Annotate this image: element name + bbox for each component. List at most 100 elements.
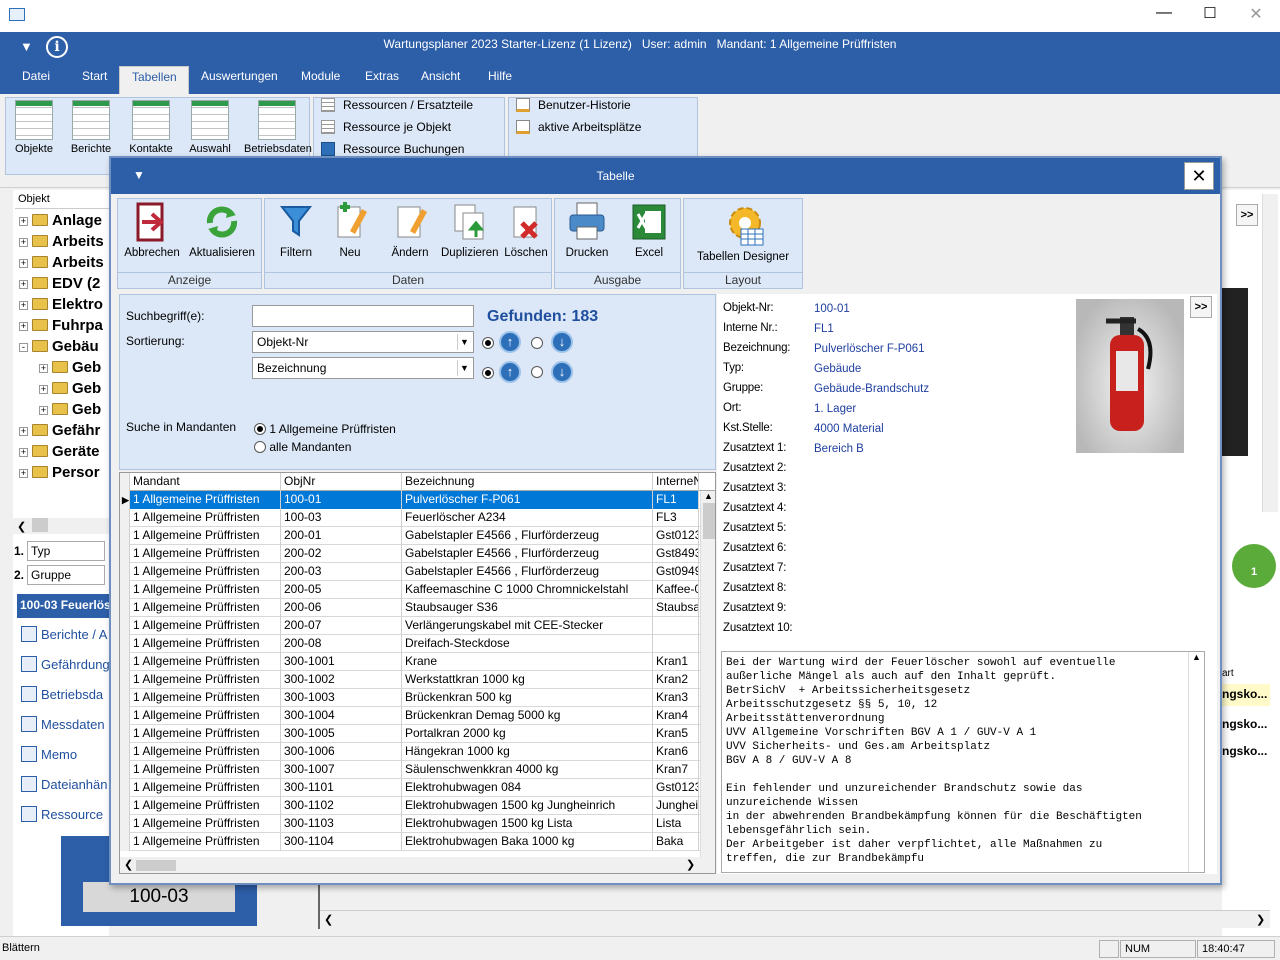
cell[interactable]: 1 Allgemeine Prüffristen — [130, 545, 281, 563]
tree-node[interactable]: + Anlage — [19, 210, 109, 231]
abbrechen-button[interactable]: Abbrechen — [121, 201, 183, 259]
table-row[interactable]: 1 Allgemeine Prüffristen 100-03 Feuerlösch… — [120, 509, 700, 527]
col-internenr[interactable]: InterneN — [653, 473, 699, 491]
cell[interactable]: 1 Allgemeine Prüffristen — [130, 707, 281, 725]
filtern-button[interactable]: Filtern — [273, 201, 319, 259]
window-close-button[interactable]: ✕ — [1242, 4, 1270, 26]
nav-item[interactable]: Messdaten — [17, 714, 109, 744]
grid-hscrollbar[interactable]: ❮ ❯ — [120, 857, 715, 873]
cell[interactable]: 300-1101 — [281, 779, 402, 797]
cell[interactable]: 1 Allgemeine Prüffristen — [130, 491, 281, 509]
memo-text[interactable]: Bei der Wartung wird der Feuerlöscher so… — [721, 651, 1205, 873]
cell[interactable]: 1 Allgemeine Prüffristen — [130, 581, 281, 599]
table-row[interactable]: 1 Allgemeine Prüffristen 300-1007 Säulensc… — [120, 761, 700, 779]
table-row[interactable]: 1 Allgemeine Prüffristen 200-07 Verlängeru… — [120, 617, 700, 635]
cell[interactable]: 1 Allgemeine Prüffristen — [130, 725, 281, 743]
row-selector[interactable] — [120, 761, 130, 779]
table-row[interactable]: 1 Allgemeine Prüffristen 200-06 Staubsauge… — [120, 599, 700, 617]
aktualisieren-button[interactable]: Aktualisieren — [186, 201, 258, 259]
bottom-hscrollbar[interactable]: ❮ ❯ — [320, 910, 1270, 928]
table-row[interactable]: 1 Allgemeine Prüffristen 300-1004 Brückenk… — [120, 707, 700, 725]
detail-expand-button[interactable]: >> — [1190, 296, 1212, 318]
cell[interactable]: Lista — [653, 815, 699, 833]
ribbon-kontakte-button[interactable]: Kontakte — [126, 100, 176, 155]
cell[interactable]: Gabelstapler E4566 , Flurförderzeug — [402, 545, 653, 563]
cell[interactable]: 1 Allgemeine Prüffristen — [130, 797, 281, 815]
cell[interactable] — [653, 635, 699, 653]
sort1-asc-radio[interactable] — [482, 336, 494, 350]
cell[interactable]: Dreifach-Steckdose — [402, 635, 653, 653]
cell[interactable]: 300-1103 — [281, 815, 402, 833]
cell[interactable]: 300-1102 — [281, 797, 402, 815]
memo-vscrollbar[interactable]: ▲ — [1188, 652, 1204, 872]
dialog-close-button[interactable]: ✕ — [1184, 162, 1214, 190]
expand-toggle-icon[interactable]: + — [19, 259, 28, 268]
right-item-2[interactable]: ngsko... — [1222, 714, 1270, 736]
cell[interactable]: 200-02 — [281, 545, 402, 563]
cell[interactable]: Kaffee-0 — [653, 581, 699, 599]
ribbon-arbeitsplaetze-button[interactable]: aktive Arbeitsplätze — [508, 116, 641, 138]
right-expand-button[interactable]: >> — [1236, 204, 1258, 226]
expand-toggle-icon[interactable]: + — [19, 322, 28, 331]
sort1-desc-arrow-icon[interactable]: ↓ — [551, 331, 573, 353]
cell[interactable]: Brückenkran Demag 5000 kg — [402, 707, 653, 725]
cell[interactable]: 100-01 — [281, 491, 402, 509]
menu-start[interactable]: Start — [82, 69, 107, 94]
menu-hilfe[interactable]: Hilfe — [488, 69, 512, 94]
row-selector[interactable] — [120, 797, 130, 815]
row-selector[interactable] — [120, 653, 130, 671]
cell[interactable]: 300-1004 — [281, 707, 402, 725]
duplizieren-button[interactable]: Duplizieren — [441, 201, 499, 259]
cell[interactable]: Gst0123 — [653, 527, 699, 545]
table-row[interactable]: 1 Allgemeine Prüffristen 200-01 Gabelstapl… — [120, 527, 700, 545]
cell[interactable]: Feuerlöscher A234 — [402, 509, 653, 527]
cell[interactable]: Gst0123 — [653, 779, 699, 797]
ribbon-betriebsdaten-button[interactable]: Betriebsdaten — [244, 100, 312, 155]
drucken-button[interactable]: Drucken — [559, 201, 615, 259]
cell[interactable]: 200-06 — [281, 599, 402, 617]
cell[interactable]: Elektrohubwagen 084 — [402, 779, 653, 797]
cell[interactable]: Staubsa — [653, 599, 699, 617]
cell[interactable]: Hängekran 1000 kg — [402, 743, 653, 761]
tree-hscrollbar[interactable]: ❮ — [13, 518, 109, 534]
right-item-3[interactable]: ngsko... — [1222, 741, 1270, 763]
sort2-asc-arrow-icon[interactable]: ↑ — [499, 361, 521, 383]
expand-toggle-icon[interactable]: + — [19, 427, 28, 436]
col-objnr[interactable]: ObjNr — [281, 473, 402, 491]
table-row[interactable]: 1 Allgemeine Prüffristen 200-05 Kaffeemasc… — [120, 581, 700, 599]
filter-row-gruppe[interactable]: 2. Gruppe — [13, 565, 109, 587]
sort1-desc-radio[interactable] — [531, 336, 543, 350]
row-selector[interactable] — [120, 671, 130, 689]
cell[interactable]: Kran5 — [653, 725, 699, 743]
filter-gruppe-field[interactable]: Gruppe — [27, 565, 105, 585]
tree-node[interactable]: + Geb — [19, 357, 109, 378]
menu-datei[interactable]: Datei — [22, 69, 50, 94]
cell[interactable]: Kran4 — [653, 707, 699, 725]
tabellen-designer-button[interactable]: Tabellen Designer — [688, 201, 798, 263]
cell[interactable]: 300-1005 — [281, 725, 402, 743]
cell[interactable]: 300-1104 — [281, 833, 402, 851]
row-selector[interactable] — [120, 725, 130, 743]
cell[interactable]: 1 Allgemeine Prüffristen — [130, 653, 281, 671]
cell[interactable]: 1 Allgemeine Prüffristen — [130, 527, 281, 545]
cell[interactable]: Pulverlöscher F-P061 — [402, 491, 653, 509]
grid-vscrollbar[interactable]: ▲ — [700, 491, 715, 857]
cell[interactable]: 1 Allgemeine Prüffristen — [130, 743, 281, 761]
neu-button[interactable]: Neu — [327, 201, 373, 259]
tree-node[interactable]: + Geräte — [19, 441, 109, 462]
row-selector[interactable] — [120, 581, 130, 599]
cell[interactable]: 1 Allgemeine Prüffristen — [130, 617, 281, 635]
cell[interactable]: 1 Allgemeine Prüffristen — [130, 599, 281, 617]
sort2-asc-radio[interactable] — [482, 366, 494, 380]
sort2-desc-arrow-icon[interactable]: ↓ — [551, 361, 573, 383]
cell[interactable]: Elektrohubwagen 1500 kg Jungheinrich — [402, 797, 653, 815]
table-row[interactable]: 1 Allgemeine Prüffristen 300-1102 Elektroh… — [120, 797, 700, 815]
cell[interactable]: FL3 — [653, 509, 699, 527]
row-selector[interactable] — [120, 743, 130, 761]
expand-toggle-icon[interactable]: + — [19, 469, 28, 478]
nav-item[interactable]: Dateianhän — [17, 774, 109, 804]
ribbon-objekte-button[interactable]: Objekte — [9, 100, 59, 155]
aendern-button[interactable]: Ändern — [387, 201, 433, 259]
user-avatar[interactable]: 1 — [1232, 544, 1276, 588]
table-row[interactable]: ▶ 1 Allgemeine Prüffristen 100-01 Pulverlös… — [120, 491, 700, 509]
